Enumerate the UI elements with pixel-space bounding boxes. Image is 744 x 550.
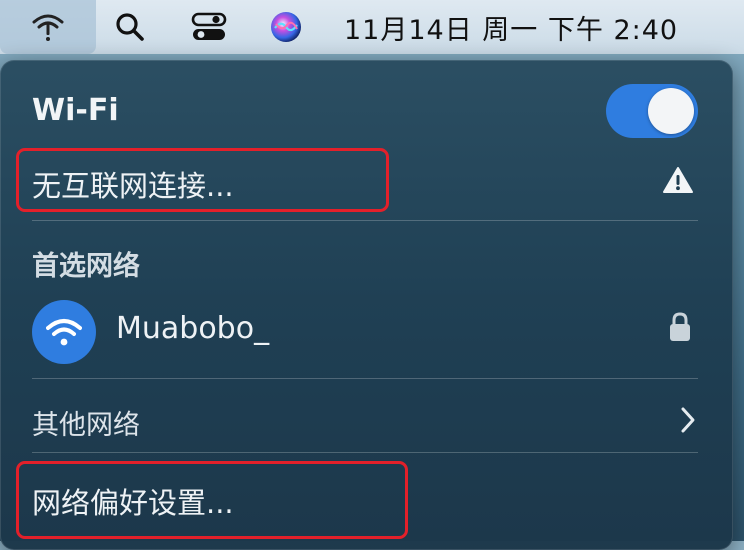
other-networks-label: 其他网络 [32,410,140,441]
wifi-menu-panel: Wi-Fi 无互联网连接... 首选网络 Muabobo_ 其他网络 网络偏好设… [0,60,733,550]
divider [32,220,698,221]
network-wifi-badge [32,300,96,364]
search-icon [116,13,144,41]
control-center-icon [191,12,227,40]
menu-bar: 11月14日 周一 下午 2:40 [0,0,744,54]
divider [32,378,698,379]
chevron-right-icon [681,407,695,433]
menubar-clock[interactable]: 11月14日 周一 下午 2:40 [344,8,678,47]
menubar-siri-button[interactable] [266,0,306,54]
network-preferences-label: 网络偏好设置... [32,486,234,520]
lock-icon [670,312,690,341]
wifi-warning-icon [32,14,64,41]
divider [32,452,698,453]
wifi-icon [46,319,82,346]
wifi-status-text: 无互联网连接... [32,169,234,203]
menubar-search-button[interactable] [108,0,152,54]
network-name: Muabobo_ [116,311,270,346]
menubar-control-center-button[interactable] [186,0,232,54]
wifi-title: Wi-Fi [32,93,119,128]
siri-icon [271,12,301,42]
toggle-knob [648,88,694,134]
preferred-networks-heading: 首选网络 [32,251,140,282]
wifi-toggle[interactable] [606,84,698,138]
menubar-wifi-button[interactable] [0,0,96,54]
warning-triangle-icon [663,167,693,193]
